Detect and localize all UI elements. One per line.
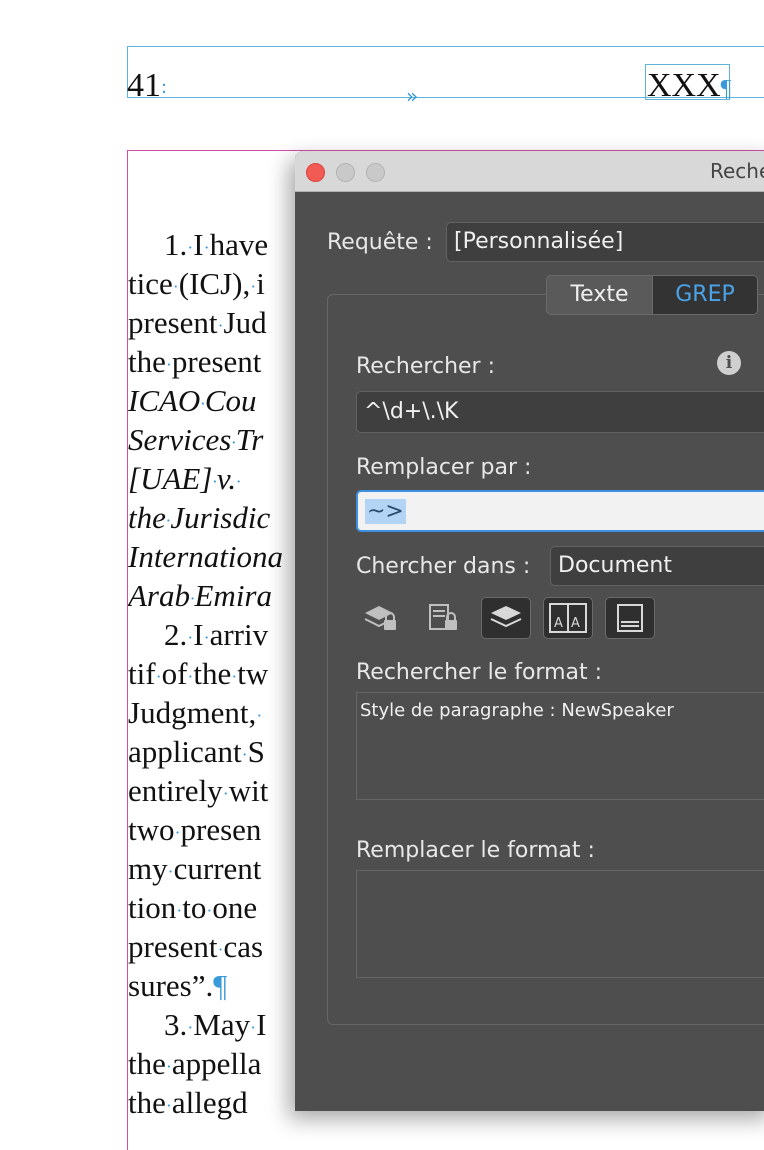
rechercher-format-box[interactable]: Style de paragraphe : NewSpeaker [356,692,764,800]
header-tab-marker: » [406,84,419,108]
chercher-dans-select[interactable]: Document [550,546,764,586]
chercher-dans-label: Chercher dans : [356,554,531,579]
body-text-line: 2.·I·arriv [164,617,269,652]
zoom-window-button[interactable] [366,163,385,182]
body-text-line: two·presen [128,812,262,847]
requete-label: Requête : [327,230,433,255]
body-text-line: tion·to·one [128,890,258,925]
body-text-line: applicant·S [128,734,265,769]
body-text-line: [UAE]·v.· [128,461,241,496]
body-text-line: the·present [128,344,262,379]
tab-grep[interactable]: GREP [652,276,757,314]
rechercher-format-label: Rechercher le format : [356,660,603,685]
body-text-line: Arab·Emira [128,578,272,613]
minimize-window-button[interactable] [336,163,355,182]
search-mode-tabs: Texte GREP [546,275,758,315]
remplacer-selected-text: ~> [365,499,406,524]
dialog-titlebar[interactable]: Reche [295,151,764,192]
body-text-line: entirely·wit [128,773,269,808]
rechercher-format-text: Style de paragraphe : NewSpeaker [360,700,674,721]
body-text-line: 3.·May·I [164,1007,267,1042]
header-xxx-text: XXX¶ [647,67,732,104]
body-text-line: present·cas [128,929,264,964]
body-text-line: tif·of·the·tw [128,656,269,691]
page-number: 41: [127,67,168,104]
rechercher-label: Rechercher : [356,354,495,379]
locked-layers-icon[interactable] [357,597,407,639]
rechercher-input[interactable]: ^\d+\.\K [356,391,764,433]
body-text-line: 1.·I·have [164,227,269,262]
close-window-button[interactable] [306,163,325,182]
requete-select[interactable]: [Personnalisée] [446,222,764,262]
body-text-line: Judgment,· [128,695,263,730]
body-text-line: the·Jurisdic [128,500,271,535]
body-text-line: the·allegd [128,1085,248,1120]
remplacer-format-label: Remplacer le format : [356,838,595,863]
footnotes-icon[interactable] [605,597,655,639]
body-text-line: Services·Tr [128,422,264,457]
body-text-line: the·appella [128,1046,262,1081]
locked-stories-icon[interactable] [419,597,469,639]
dialog-title: Reche [710,159,764,183]
info-icon[interactable]: i [717,351,741,375]
body-text-line: sures”.¶ [128,968,228,1003]
remplacer-input[interactable]: ~> [356,490,764,532]
svg-text:A: A [554,616,563,631]
remplacer-label: Remplacer par : [356,455,532,480]
master-pages-icon[interactable]: AA [543,597,593,639]
body-text-line: Internationa [128,539,283,574]
body-text-line: ICAO·Cou [128,383,257,418]
body-text-line: tice·(ICJ),·i [128,266,265,301]
find-change-dialog: Reche Requête : [Personnalisée] Texte GR… [295,151,764,1111]
hidden-layers-icon[interactable] [481,597,531,639]
svg-text:A: A [571,616,580,631]
body-text-line: present·Jud [128,305,267,340]
tab-texte[interactable]: Texte [547,276,652,314]
body-text-line: my·current [128,851,262,886]
remplacer-format-box[interactable] [356,870,764,978]
body-text: 1.·I·have tice·(ICJ),·i present·Jud the·pre… [128,225,318,1122]
